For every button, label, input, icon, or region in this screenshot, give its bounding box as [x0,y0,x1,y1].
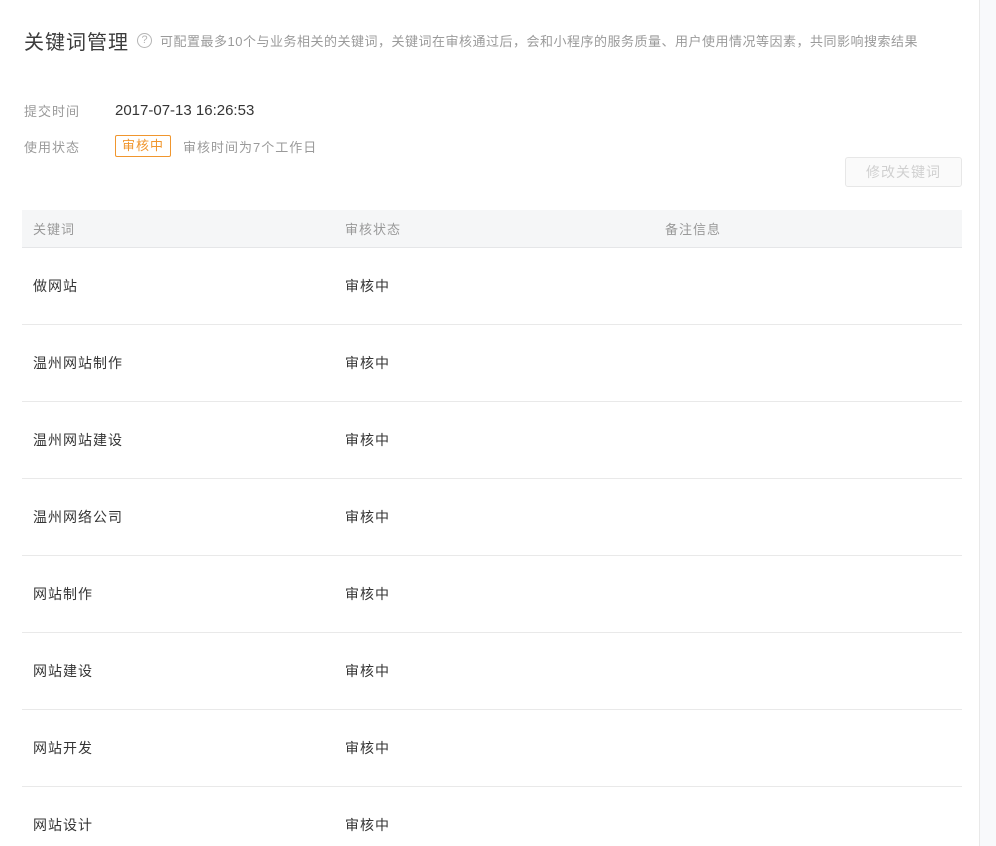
status-badge: 审核中 [115,135,171,157]
status-cell: 审核中 [334,815,654,835]
page-header: 关键词管理 ? 可配置最多10个与业务相关的关键词，关键词在审核通过后，会和小程… [24,26,918,55]
submit-time-value: 2017-07-13 16:26:53 [115,102,254,119]
table-row: 网站制作审核中 [22,556,962,633]
table-row: 温州网站制作审核中 [22,325,962,402]
keyword-cell: 温州网络公司 [22,507,334,527]
status-cell: 审核中 [334,507,654,527]
status-cell: 审核中 [334,738,654,758]
keyword-cell: 网站制作 [22,584,334,604]
keyword-cell: 温州网站制作 [22,353,334,373]
scrollbar-track[interactable] [979,0,996,846]
status-cell: 审核中 [334,430,654,450]
keyword-cell: 温州网站建设 [22,430,334,450]
table-row: 网站设计审核中 [22,787,962,846]
edit-keywords-button[interactable]: 修改关键词 [845,157,962,187]
table-row: 网站开发审核中 [22,710,962,787]
keyword-cell: 网站设计 [22,815,334,835]
submit-time-row: 提交时间 2017-07-13 16:26:53 [24,98,254,122]
page-title: 关键词管理 [24,26,129,55]
keyword-cell: 做网站 [22,276,334,296]
keyword-table: 关键词 审核状态 备注信息 做网站审核中温州网站制作审核中温州网站建设审核中温州… [22,210,962,846]
table-body: 做网站审核中温州网站制作审核中温州网站建设审核中温州网络公司审核中网站制作审核中… [22,248,962,846]
table-row: 网站建设审核中 [22,633,962,710]
table-row: 温州网站建设审核中 [22,402,962,479]
status-cell: 审核中 [334,661,654,681]
submit-time-label: 提交时间 [24,101,115,120]
page-description: 可配置最多10个与业务相关的关键词，关键词在审核通过后，会和小程序的服务质量、用… [160,31,918,50]
column-header-remark: 备注信息 [654,219,962,238]
keyword-cell: 网站建设 [22,661,334,681]
help-icon[interactable]: ? [137,33,152,48]
usage-status-label: 使用状态 [24,137,115,156]
usage-status-row: 使用状态 审核中 审核时间为7个工作日 [24,134,317,158]
column-header-keyword: 关键词 [22,219,334,238]
keyword-cell: 网站开发 [22,738,334,758]
status-cell: 审核中 [334,276,654,296]
table-row: 做网站审核中 [22,248,962,325]
status-cell: 审核中 [334,584,654,604]
table-row: 温州网络公司审核中 [22,479,962,556]
status-note: 审核时间为7个工作日 [183,137,317,156]
column-header-status: 审核状态 [334,219,654,238]
status-cell: 审核中 [334,353,654,373]
table-header-row: 关键词 审核状态 备注信息 [22,210,962,248]
